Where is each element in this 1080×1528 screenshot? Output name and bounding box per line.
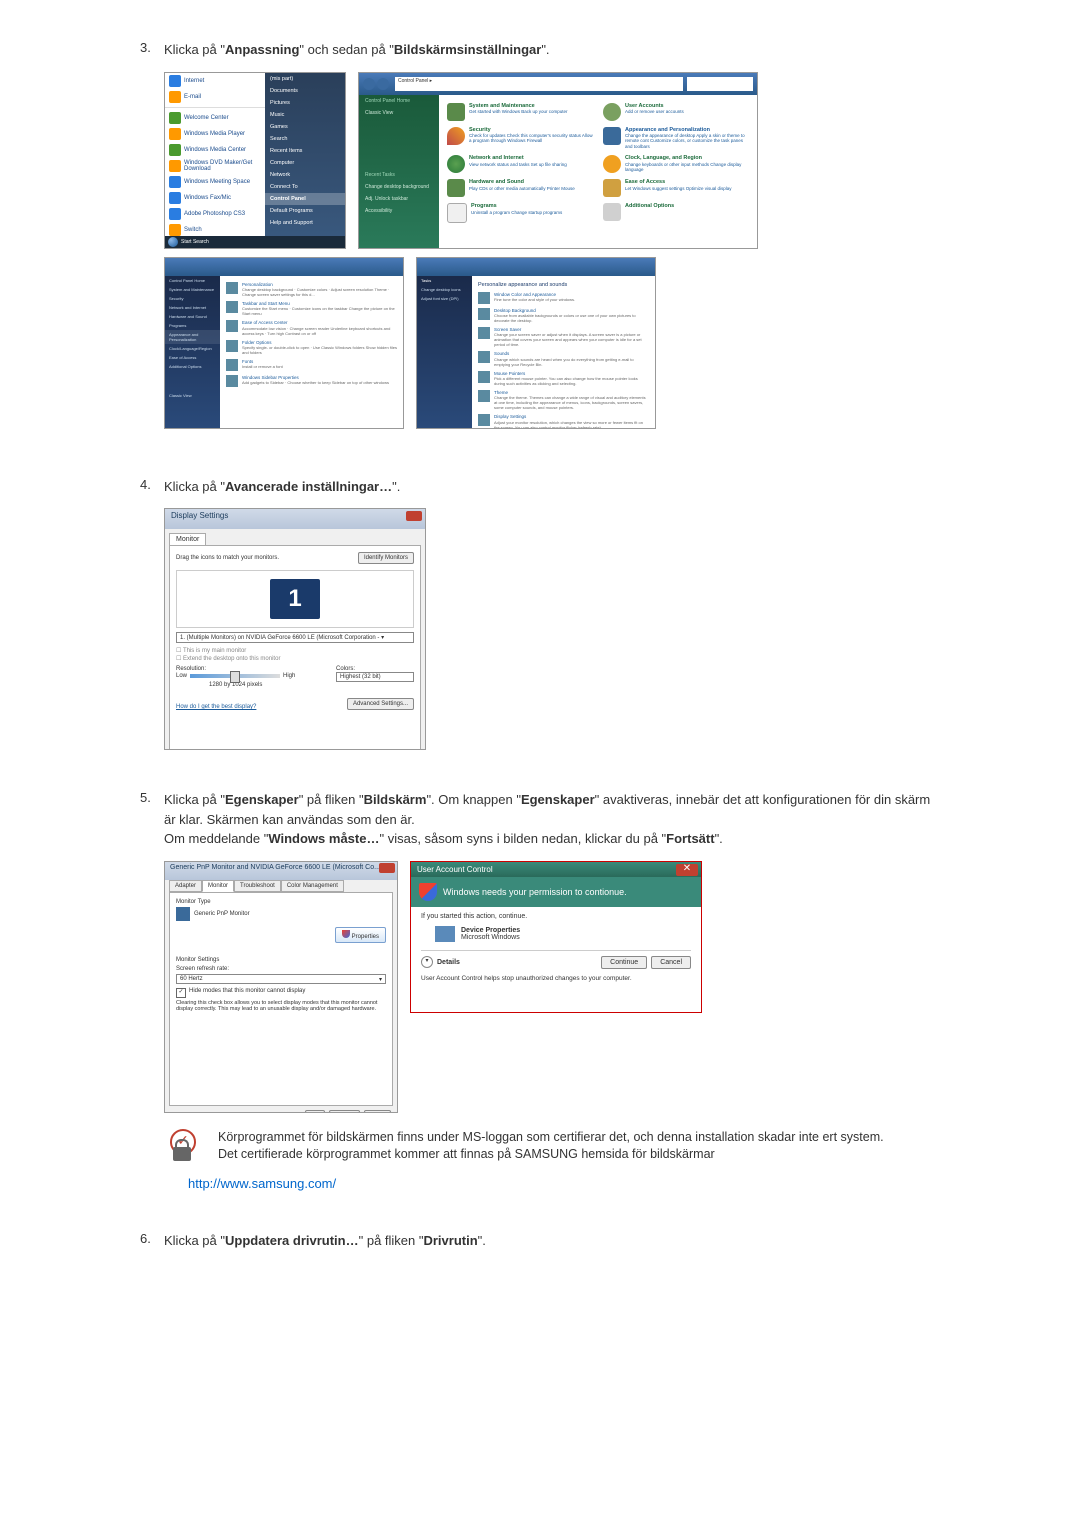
mouse-pointer-icon	[478, 371, 490, 383]
appearance-icon	[603, 127, 621, 145]
ie-icon	[169, 75, 181, 87]
help-link[interactable]: How do I get the best display?	[176, 704, 256, 710]
details-toggle[interactable]: Details	[437, 959, 460, 966]
back-button[interactable]	[363, 78, 375, 90]
forward-button[interactable]	[377, 78, 389, 90]
monitor-tab[interactable]: Monitor	[169, 533, 206, 545]
close-icon[interactable]: ✕	[676, 864, 698, 876]
resolution-slider[interactable]	[190, 674, 280, 678]
monitor-select[interactable]: 1. (Multiple Monitors) on NVIDIA GeForce…	[176, 632, 414, 643]
close-icon[interactable]	[379, 863, 395, 873]
meeting-icon	[169, 176, 181, 188]
welcome-icon	[169, 112, 181, 124]
ease-access-icon	[226, 320, 238, 332]
step-6-text: Klicka på "Uppdatera drivrutin…" på flik…	[164, 1231, 940, 1251]
personalization-icon	[226, 282, 238, 294]
display-settings-icon	[478, 414, 490, 426]
shield-icon	[342, 930, 350, 938]
sidebar-props-icon	[226, 375, 238, 387]
adapter-tab[interactable]: Adapter	[169, 880, 202, 892]
step-number: 6.	[140, 1231, 164, 1246]
device-icon	[435, 926, 455, 942]
search-input[interactable]	[687, 77, 753, 91]
chevron-down-icon[interactable]: ▾	[421, 956, 433, 968]
color-mgmt-tab[interactable]: Color Management	[281, 880, 344, 892]
advanced-settings-button[interactable]: Advanced Settings...	[347, 698, 414, 710]
shield-icon	[419, 883, 437, 901]
personalization-detail-screenshot: Tasks Change desktop icons Adjust font s…	[416, 257, 656, 429]
note-text: Körprogrammet för bildskärmen finns unde…	[218, 1129, 940, 1164]
fax-icon	[169, 192, 181, 204]
apply-button: Apply	[364, 1110, 391, 1113]
troubleshoot-tab[interactable]: Troubleshoot	[234, 880, 281, 892]
security-icon	[447, 127, 465, 145]
identify-monitors-button[interactable]: Identify Monitors	[358, 552, 414, 564]
users-icon	[603, 103, 621, 121]
continue-button[interactable]: Continue	[601, 956, 647, 969]
monitor-tab[interactable]: Monitor	[202, 880, 234, 892]
step-5-text: Klicka på "Egenskaper" på fliken "Bildsk…	[164, 790, 940, 849]
folder-options-icon	[226, 340, 238, 352]
refresh-rate-select[interactable]: 60 Hertz▾	[176, 974, 386, 984]
samsung-link[interactable]: http://www.samsung.com/	[188, 1176, 336, 1191]
step-4-text: Klicka på "Avancerade inställningar…".	[164, 477, 940, 497]
additional-icon	[603, 203, 621, 221]
clock-icon	[603, 155, 621, 173]
close-icon[interactable]	[406, 511, 422, 521]
desktop-bg-icon	[478, 308, 490, 320]
hardware-icon	[447, 179, 465, 197]
screensaver-icon	[478, 327, 490, 339]
fonts-icon	[226, 359, 238, 371]
properties-button[interactable]: Properties	[335, 927, 386, 943]
colors-select[interactable]: Highest (32 bit)	[336, 672, 414, 682]
address-bar[interactable]: Control Panel ▸	[395, 77, 683, 91]
sounds-icon	[478, 351, 490, 363]
display-settings-screenshot: Display Settings Monitor Drag the icons …	[164, 508, 426, 750]
step-3-text: Klicka på "Anpassning" och sedan på "Bil…	[164, 40, 940, 60]
control-panel-screenshot: Control Panel ▸ Control Panel Home Class…	[358, 72, 758, 249]
cancel-button[interactable]: Cancel	[329, 1110, 360, 1113]
step-number: 3.	[140, 40, 164, 55]
uac-screenshot: User Account Control✕ Windows needs your…	[410, 861, 702, 1013]
certification-icon: ✓	[164, 1129, 200, 1161]
mail-icon	[169, 91, 181, 103]
wmc-icon	[169, 144, 181, 156]
appearance-personalization-screenshot: Control Panel Home System and Maintenanc…	[164, 257, 404, 429]
lock-icon	[173, 1147, 191, 1161]
dvd-icon	[169, 160, 181, 172]
control-panel-item[interactable]: Control Panel	[265, 193, 345, 205]
start-orb-icon[interactable]	[168, 237, 178, 247]
start-menu-screenshot: Internet E-mail Welcome Center Windows M…	[164, 72, 346, 249]
ease-icon	[603, 179, 621, 197]
ok-button[interactable]: OK	[305, 1110, 326, 1113]
wmp-icon	[169, 128, 181, 140]
system-icon	[447, 103, 465, 121]
monitor-properties-screenshot: Generic PnP Monitor and NVIDIA GeForce 6…	[164, 861, 398, 1113]
cancel-button[interactable]: Cancel	[651, 956, 691, 969]
ps-icon	[169, 208, 181, 220]
monitor-icon	[176, 907, 190, 921]
step-number: 4.	[140, 477, 164, 492]
taskbar-icon	[226, 301, 238, 313]
network-icon	[447, 155, 465, 173]
monitor-preview[interactable]: 1	[270, 579, 320, 619]
switch-icon	[169, 224, 181, 236]
step-number: 5.	[140, 790, 164, 805]
window-color-icon	[478, 292, 490, 304]
hide-modes-checkbox[interactable]: ✓	[176, 988, 186, 998]
programs-icon	[447, 203, 467, 223]
theme-icon	[478, 390, 490, 402]
